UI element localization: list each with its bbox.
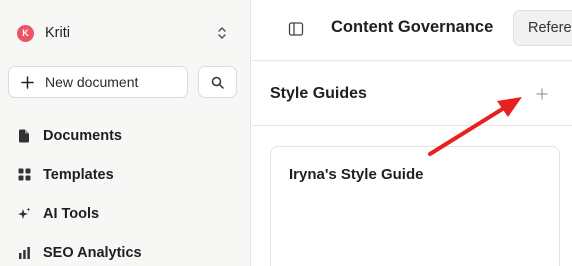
section-title: Style Guides (270, 85, 367, 102)
sidebar-toggle-icon[interactable] (288, 21, 304, 37)
workspace-switcher[interactable]: K Kriti (8, 15, 243, 51)
sidebar-item-templates[interactable]: Templates (8, 155, 243, 194)
sidebar: K Kriti New document Documents Templates… (0, 0, 251, 266)
plus-icon (21, 75, 34, 89)
sidebar-nav: Documents Templates AI Tools SEO Analyti… (8, 116, 243, 266)
grid-icon (17, 168, 31, 182)
chevron-up-down-icon (218, 27, 226, 39)
sidebar-item-seo-analytics[interactable]: SEO Analytics (8, 233, 243, 266)
plus-icon (536, 88, 548, 100)
sidebar-item-ai-tools[interactable]: AI Tools (8, 194, 243, 233)
sidebar-item-label: SEO Analytics (43, 244, 142, 261)
search-button[interactable] (198, 66, 237, 98)
sidebar-item-label: Documents (43, 127, 122, 144)
sidebar-item-label: AI Tools (43, 205, 100, 222)
page-title: Content Governance (331, 18, 494, 36)
sparkle-icon (17, 207, 31, 221)
new-document-label: New document (45, 74, 139, 90)
sidebar-item-label: Templates (43, 166, 114, 183)
workspace-avatar: K (17, 24, 34, 42)
workspace-name: Kriti (45, 25, 70, 41)
top-bar: Content Governance Refere (252, 0, 572, 61)
tab-references[interactable]: Refere (513, 10, 572, 46)
style-guides-header: Style Guides (252, 62, 572, 126)
search-icon (211, 76, 224, 89)
style-guide-card[interactable]: Iryna's Style Guide (270, 146, 560, 266)
document-icon (17, 129, 31, 143)
style-guide-name: Iryna's Style Guide (289, 166, 424, 183)
sidebar-item-documents[interactable]: Documents (8, 116, 243, 155)
add-style-guide-button[interactable] (534, 86, 550, 102)
bar-chart-icon (17, 246, 31, 260)
new-document-button[interactable]: New document (8, 66, 188, 98)
